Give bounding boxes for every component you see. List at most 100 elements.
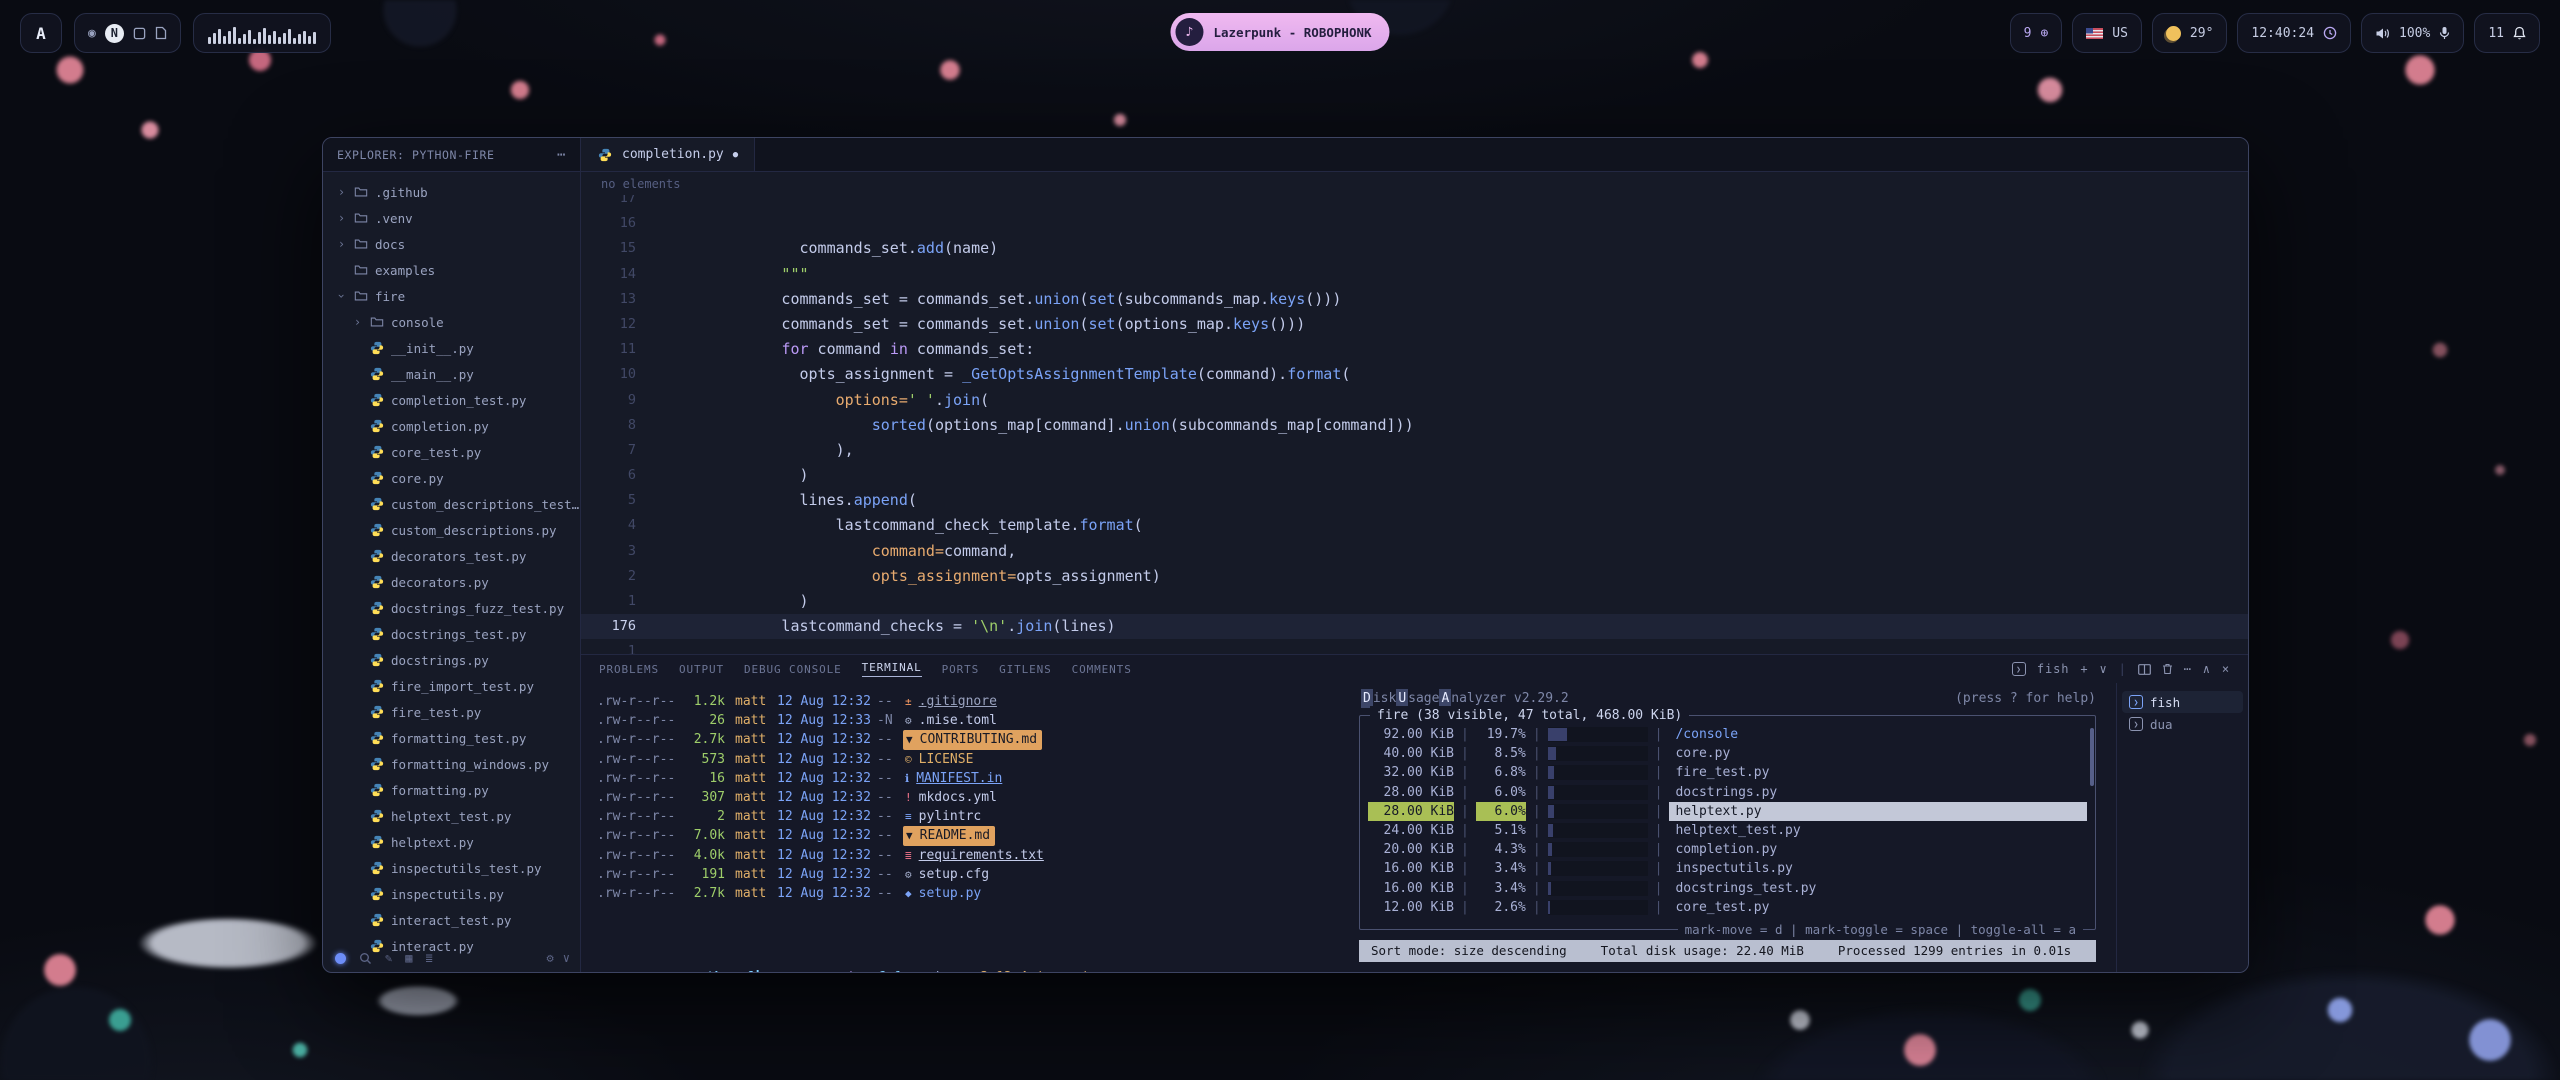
prompt-segment: via: [918, 970, 957, 972]
panel-tab[interactable]: OUTPUT: [679, 663, 724, 676]
terminal-session[interactable]: ❯ dua: [2122, 713, 2243, 735]
permissions: .rw-r--r--: [597, 865, 681, 884]
permissions: .rw-r--r--: [597, 884, 681, 903]
tree-item[interactable]: docstrings.py: [323, 647, 580, 673]
tree-item[interactable]: console: [323, 309, 580, 335]
line-number: 8: [581, 413, 655, 438]
moon-icon: [2166, 26, 2181, 41]
disk-usage-analyzer[interactable]: D isk U sage A nalyzer v2.29.2 (press ? …: [1351, 683, 2116, 972]
panel-tab[interactable]: COMMENTS: [1072, 663, 1132, 676]
edit-icon[interactable]: ✎: [385, 951, 392, 965]
tree-item[interactable]: core.py: [323, 465, 580, 491]
terminal-session-list: ❯ fish ❯ dua: [2116, 683, 2248, 972]
tree-item[interactable]: fire_import_test.py: [323, 673, 580, 699]
remote-status-icon[interactable]: [335, 953, 346, 964]
panel-tab[interactable]: GITLENS: [999, 663, 1052, 676]
tree-item[interactable]: custom_descriptions_test.py: [323, 491, 580, 517]
tree-item[interactable]: .venv: [323, 205, 580, 231]
breadcrumb[interactable]: no elements: [581, 172, 2248, 195]
tree-item[interactable]: interact_test.py: [323, 907, 580, 933]
tree-item[interactable]: formatting.py: [323, 777, 580, 803]
tree-item[interactable]: decorators_test.py: [323, 543, 580, 569]
tree-item[interactable]: formatting_test.py: [323, 725, 580, 751]
panel-tab[interactable]: DEBUG CONSOLE: [744, 663, 842, 676]
entry-size: 16.00 KiB: [1368, 859, 1454, 878]
tree-item[interactable]: completion_test.py: [323, 387, 580, 413]
panel-tab[interactable]: PROBLEMS: [599, 663, 659, 676]
close-panel-icon[interactable]: ×: [2222, 662, 2230, 676]
split-terminal-icon[interactable]: [2138, 664, 2151, 675]
terminal-output[interactable]: .rw-r--r-- 1.2k matt 12 Aug 12:32 -- ± .…: [581, 683, 1351, 972]
tree-item[interactable]: __init__.py: [323, 335, 580, 361]
launcher-button[interactable]: A: [20, 13, 62, 53]
gear-icon[interactable]: ⚙: [547, 951, 554, 965]
tree-item[interactable]: decorators.py: [323, 569, 580, 595]
clock-module[interactable]: 12:40:24: [2237, 13, 2351, 53]
tree-item[interactable]: completion.py: [323, 413, 580, 439]
code-editor[interactable]: 17 commands_set.add(name) 16 """ 15: [581, 186, 2248, 654]
tree-item[interactable]: inspectutils_test.py: [323, 855, 580, 881]
maximize-panel-icon[interactable]: ∧: [2203, 662, 2211, 676]
tree-item[interactable]: helptext.py: [323, 829, 580, 855]
entry-size: 16.00 KiB: [1368, 879, 1454, 898]
graph-bar: [208, 37, 211, 44]
more-actions-icon[interactable]: ⋯: [557, 147, 566, 163]
volume-module[interactable]: 100%: [2361, 13, 2464, 53]
tree-item[interactable]: helptext_test.py: [323, 803, 580, 829]
panel-tab[interactable]: PORTS: [942, 663, 980, 676]
entry-size: 92.00 KiB: [1368, 725, 1454, 744]
kill-terminal-icon[interactable]: [2162, 663, 2173, 675]
tree-item-label: core_test.py: [391, 445, 481, 460]
file-listing-row: .rw-r--r-- 4.0k matt 12 Aug 12:32 -- ≣ r…: [597, 846, 1351, 865]
graph-bar: [238, 38, 241, 44]
tree-item[interactable]: inspectutils.py: [323, 881, 580, 907]
new-terminal-button[interactable]: +: [2080, 662, 2088, 676]
prompt-segment: python-fire: [691, 970, 777, 972]
tree-item[interactable]: examples: [323, 257, 580, 283]
list-icon[interactable]: ≣: [425, 951, 432, 965]
updates-module[interactable]: 9 ⊕: [2010, 13, 2063, 53]
tree-item-label: docstrings_fuzz_test.py: [391, 601, 564, 616]
panel-more-icon[interactable]: ⋯: [2184, 662, 2192, 676]
tree-item[interactable]: formatting_windows.py: [323, 751, 580, 777]
terminal-profile-chevron-icon[interactable]: ∨: [2099, 662, 2107, 676]
column-separator: [1461, 783, 1469, 802]
media-player-widget[interactable]: ♪ Lazerpunk - ROBOPHONK: [1170, 13, 1389, 51]
n-tray-icon[interactable]: N: [105, 24, 124, 43]
tree-item-label: decorators.py: [391, 575, 489, 590]
prompt-segment: v3.12.4: [973, 970, 1028, 972]
search-icon[interactable]: [359, 952, 372, 965]
keyboard-layout-module[interactable]: US: [2072, 13, 2142, 53]
tree-item[interactable]: custom_descriptions.py: [323, 517, 580, 543]
tree-item-label: decorators_test.py: [391, 549, 526, 564]
file-type-icon: [369, 653, 385, 667]
weather-module[interactable]: 29°: [2152, 13, 2227, 53]
tree-item[interactable]: fire_test.py: [323, 699, 580, 725]
tree-item[interactable]: .github: [323, 179, 580, 205]
tree-item[interactable]: docs: [323, 231, 580, 257]
tree-item[interactable]: fire: [323, 283, 580, 309]
file-type-icon: [353, 211, 369, 225]
git-status: --: [877, 826, 903, 845]
file-type-icon: [369, 601, 385, 615]
ls-output: .rw-r--r-- 1.2k matt 12 Aug 12:32 -- ± .…: [597, 692, 1351, 903]
tree-item[interactable]: docstrings_test.py: [323, 621, 580, 647]
dua-scrollbar[interactable]: [2090, 728, 2094, 786]
grid-icon[interactable]: ▦: [405, 951, 412, 965]
column-separator: [1461, 821, 1469, 840]
notifications-module[interactable]: 11: [2474, 13, 2540, 53]
file-type-icon: [369, 341, 385, 355]
collapse-icon[interactable]: ∨: [563, 951, 570, 965]
terminal-session[interactable]: ❯ fish: [2122, 691, 2243, 713]
tree-item[interactable]: docstrings_fuzz_test.py: [323, 595, 580, 621]
status-circle-icon[interactable]: ◉: [88, 26, 96, 41]
tree-item[interactable]: __main__.py: [323, 361, 580, 387]
tree-item[interactable]: core_test.py: [323, 439, 580, 465]
window-icon[interactable]: [133, 27, 146, 40]
entry-percent: 2.6%: [1476, 898, 1526, 917]
editor-tab-completion[interactable]: completion.py ●: [581, 138, 755, 171]
file-listing-row: .rw-r--r-- 2.7k matt 12 Aug 12:32 -- ▼ C…: [597, 730, 1351, 749]
file-tray-icon[interactable]: [155, 26, 167, 40]
file-type-icon: [369, 887, 385, 901]
panel-tab[interactable]: TERMINAL: [862, 661, 922, 677]
